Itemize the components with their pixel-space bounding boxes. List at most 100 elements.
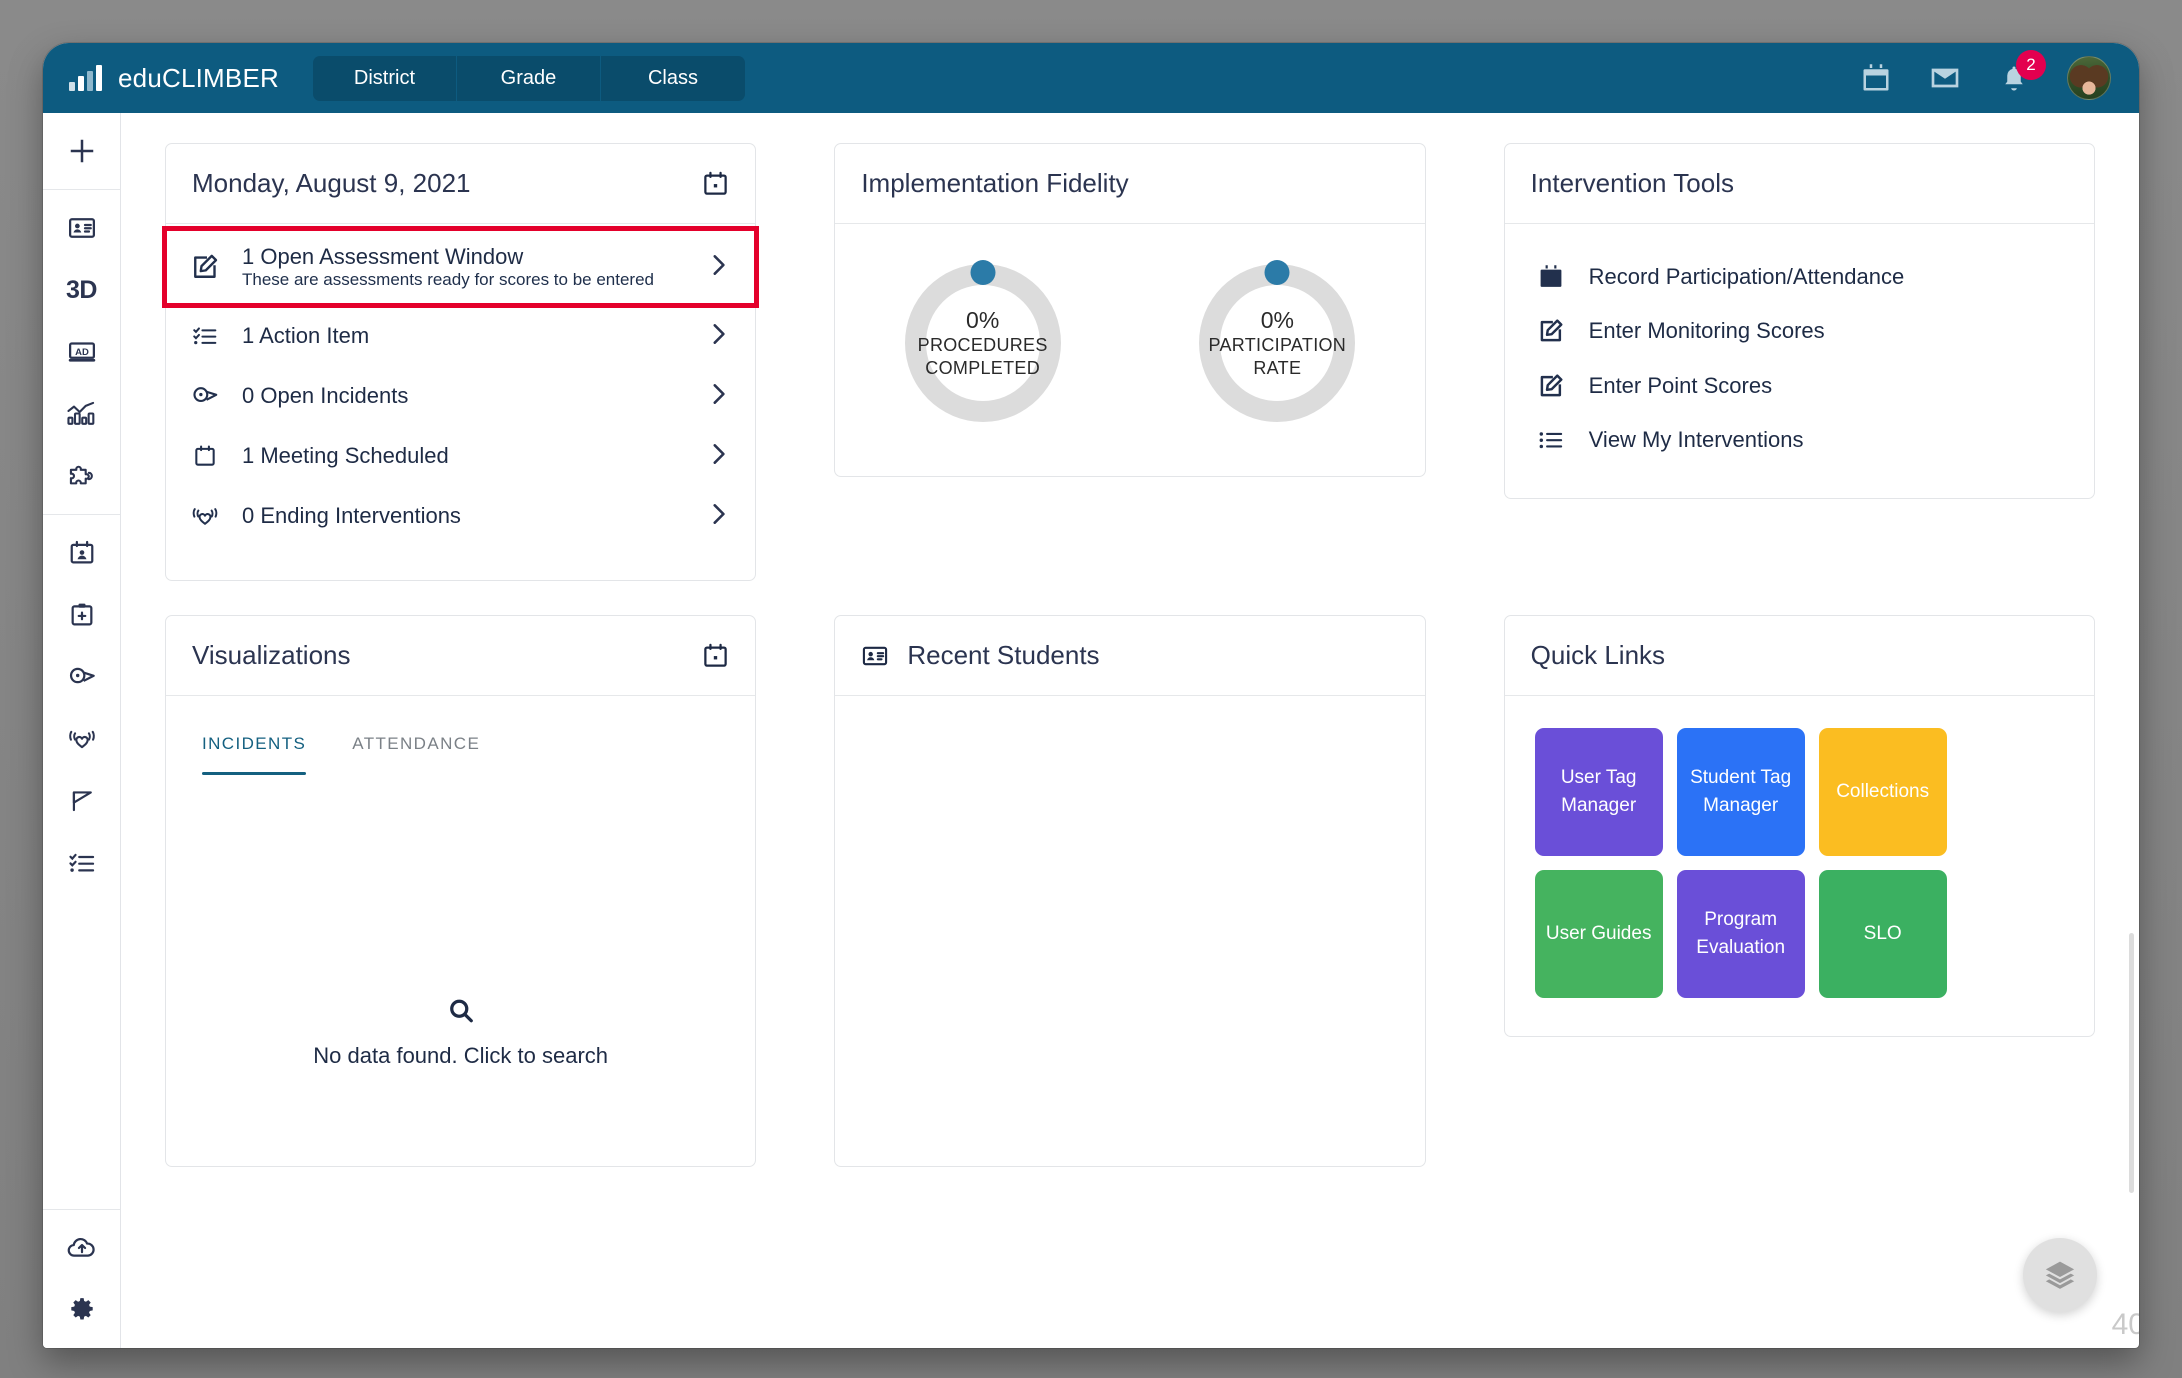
quick-link-collections[interactable]: Collections [1818,728,1947,856]
avatar[interactable] [2067,56,2111,100]
quick-links-card: Quick Links User Tag Manager Student Tag… [1503,615,2095,1037]
tools-title: Intervention Tools [1530,168,1734,198]
tools-card-header: Intervention Tools [1504,144,2094,224]
sidebar-3d[interactable]: 3D [59,270,105,310]
gauge-caption-line1: PROCEDURES [917,334,1048,355]
chevron-right-icon[interactable] [705,381,731,412]
sidebar-upload[interactable] [59,1228,105,1268]
edit-square-icon [1535,317,1567,345]
intervention-tools-card: Intervention Tools Record Participation/… [1503,143,2095,499]
quick-link-user-tag-manager[interactable]: User Tag Manager [1534,728,1663,856]
tool-label: Enter Monitoring Scores [1588,318,1825,343]
header-notifications-icon[interactable]: 2 [1999,50,2046,93]
dashboard-grid: Monday, August 9, 2021 1 Open Assessment… [161,143,2095,1167]
fidelity-title: Implementation Fidelity [861,168,1129,198]
todo-row-action-item[interactable]: 1 Action Item [166,306,755,366]
checklist-icon [188,323,222,349]
tab-attendance[interactable]: ATTENDANCE [338,724,494,775]
quick-link-slo[interactable]: SLO [1818,870,1947,998]
quick-links-title: Quick Links [1530,640,1666,670]
quick-links-grid: User Tag Manager Student Tag Manager Col… [1534,728,2094,998]
brand-name: eduCLIMBER [118,62,279,93]
tab-active-underline [202,772,307,775]
brand[interactable]: eduCLIMBER [69,63,279,94]
tool-label: Record Participation/Attendance [1588,263,1905,289]
sidebar-ad[interactable]: AD [59,332,105,372]
content-scrollbar[interactable] [2129,933,2134,1193]
student-card-icon [861,642,889,670]
recent-students-body [835,696,1424,1166]
todo-title: 0 Ending Interventions [242,503,461,528]
sidebar-students[interactable] [59,208,105,248]
header-mail-icon[interactable] [1929,62,1961,94]
fidelity-card-header: Implementation Fidelity [835,144,1425,224]
quick-link-student-tag-manager[interactable]: Student Tag Manager [1676,728,1805,856]
page-title: Monday, August 9, 2021 [192,168,471,198]
sidebar-analytics[interactable] [59,394,105,434]
sidebar-puzzle[interactable] [59,456,105,496]
tool-enter-monitoring-scores[interactable]: Enter Monitoring Scores [1505,312,2094,350]
todo-row-meeting-scheduled[interactable]: 1 Meeting Scheduled [166,426,755,486]
quick-links-body: User Tag Manager Student Tag Manager Col… [1505,696,2094,1036]
tool-label: View My Interventions [1588,427,1804,452]
viz-empty-state[interactable]: No data found. Click to search [166,996,755,1069]
header-calendar-icon[interactable] [1861,63,1891,93]
whistle-icon [188,383,222,409]
viz-tabs: INCIDENTS ATTENDANCE [166,696,755,775]
visualizations-card: Visualizations INCIDENTS ATTENDANCE No d… [165,615,757,1167]
sidebar-interventions[interactable] [59,719,105,759]
chevron-right-icon[interactable] [705,321,731,352]
gauge-caption-line2: RATE [1253,357,1302,378]
sidebar-action-items[interactable] [59,843,105,883]
tool-record-participation[interactable]: Record Participation/Attendance [1505,258,2094,295]
tab-active-underline [352,772,480,775]
todo-row-open-incidents[interactable]: 0 Open Incidents [166,366,755,426]
sidebar-incidents[interactable] [59,657,105,697]
todo-text: 1 Meeting Scheduled [242,443,685,469]
todo-card: Monday, August 9, 2021 1 Open Assessment… [161,143,760,581]
tool-view-my-interventions[interactable]: View My Interventions [1505,422,2094,458]
top-header-bar: eduCLIMBER District Grade Class 2 [43,43,2139,113]
calendar-icon[interactable] [702,170,729,197]
scope-nav-segmented: District Grade Class [312,55,745,101]
hands-heart-icon [188,503,222,529]
rail-group-add [43,113,120,189]
rail-group-workflow [43,514,120,1209]
nav-class[interactable]: Class [601,56,745,101]
quick-link-user-guides[interactable]: User Guides [1534,870,1663,998]
chevron-right-icon[interactable] [705,441,731,472]
gauge-percent: 0% [1260,306,1294,333]
layers-fab[interactable] [2023,1238,2097,1312]
sidebar-meetings[interactable] [59,533,105,573]
nav-district[interactable]: District [313,55,457,101]
tab-incidents[interactable]: INCIDENTS [188,724,320,775]
viz-body: INCIDENTS ATTENDANCE No data found. Clic… [166,696,755,1166]
recent-students-title: Recent Students [907,640,1100,670]
recent-students-header: Recent Students [835,616,1425,696]
chevron-right-icon[interactable] [705,252,731,283]
dashboard-content: Monday, August 9, 2021 1 Open Assessment… [121,113,2139,1348]
gauge-caption-line2: COMPLETED [925,357,1041,378]
implementation-fidelity-card: Implementation Fidelity 0% PROCEDURES CO… [834,143,1426,477]
todo-row-ending-interventions[interactable]: 0 Ending Interventions [166,486,755,546]
sidebar-goals[interactable] [59,781,105,821]
viz-title: Visualizations [192,640,351,670]
quick-link-program-evaluation[interactable]: Program Evaluation [1676,870,1805,998]
todo-title: 1 Meeting Scheduled [242,443,449,468]
left-icon-rail: 3D AD [43,113,121,1348]
tool-enter-point-scores[interactable]: Enter Point Scores [1505,367,2094,405]
todo-subtitle: These are assessments ready for scores t… [242,270,654,289]
calendar-icon[interactable] [702,642,729,669]
chevron-right-icon[interactable] [705,501,731,532]
todo-row-open-assessment-window[interactable]: 1 Open Assessment Window These are asses… [161,226,760,308]
todo-card-header: Monday, August 9, 2021 [166,144,756,224]
viz-card-header: Visualizations [166,616,756,696]
nav-grade[interactable]: Grade [457,55,601,101]
edit-square-icon [188,252,222,282]
gauge-label: 0% PARTICIPATION RATE [1199,264,1355,422]
sidebar-plans[interactable] [59,595,105,635]
bar-chart-logo-icon [69,65,102,91]
todo-title: 1 Action Item [242,323,370,348]
sidebar-add[interactable] [59,131,105,171]
sidebar-settings[interactable] [59,1290,105,1330]
